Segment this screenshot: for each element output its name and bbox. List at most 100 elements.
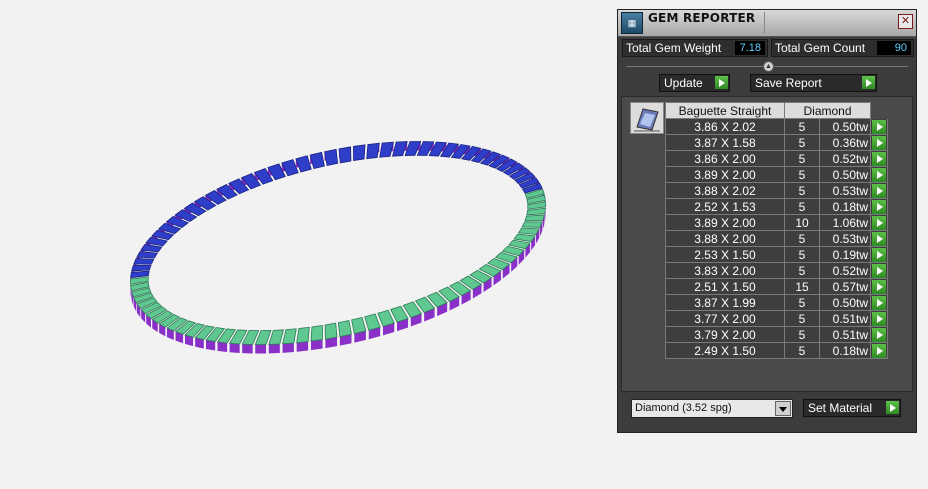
table-header-row: Baguette Straight Diamond xyxy=(666,103,888,119)
gem-weight-cell: 0.53tw xyxy=(820,231,871,247)
gem-size-cell: 3.86 X 2.02 xyxy=(666,119,785,135)
select-row-arrow-icon[interactable] xyxy=(872,168,886,182)
select-row-arrow-icon[interactable] xyxy=(872,296,886,310)
3d-viewport[interactable] xyxy=(0,0,612,484)
baguette-stone xyxy=(522,222,542,228)
select-row-arrow-icon[interactable] xyxy=(872,200,886,214)
baguette-stone xyxy=(353,145,365,161)
gem-count-cell: 5 xyxy=(785,151,820,167)
gem-reporter-panel: ▦ GEM REPORTER ✕ Total Gem Weight 7.18 T… xyxy=(617,9,917,433)
bracelet-setting xyxy=(242,344,252,353)
set-material-button-label: Set Material xyxy=(808,401,872,415)
gem-size-cell: 2.51 X 1.50 xyxy=(666,279,785,295)
play-arrow-icon xyxy=(886,401,899,414)
row-action-cell xyxy=(871,311,888,327)
gem-size-cell: 3.87 X 1.99 xyxy=(666,295,785,311)
select-row-arrow-icon[interactable] xyxy=(872,152,886,166)
row-action-cell xyxy=(871,135,888,151)
bracelet-setting xyxy=(283,343,294,353)
table-row: 2.52 X 1.5350.18tw xyxy=(666,199,888,215)
select-row-arrow-icon[interactable] xyxy=(872,248,886,262)
gem-count-cell: 5 xyxy=(785,119,820,135)
gem-weight-cell: 0.50tw xyxy=(820,119,871,135)
total-gem-count: Total Gem Count 90 xyxy=(771,39,914,57)
select-row-arrow-icon[interactable] xyxy=(872,136,886,150)
baguette-stone xyxy=(393,142,408,157)
header-spacer xyxy=(871,103,888,119)
bracelet-model[interactable] xyxy=(0,0,612,484)
total-gem-weight-label: Total Gem Weight xyxy=(626,41,721,55)
gem-list-area: Baguette Straight Diamond 3.86 X 2.0250.… xyxy=(621,96,913,392)
gem-count-cell: 5 xyxy=(785,135,820,151)
chevron-down-icon[interactable] xyxy=(775,401,791,416)
gem-report-icon: ▦ xyxy=(621,12,643,34)
gem-size-cell: 3.89 X 2.00 xyxy=(666,215,785,231)
gem-weight-cell: 0.18tw xyxy=(820,199,871,215)
gem-count-cell: 10 xyxy=(785,215,820,231)
baguette-stone xyxy=(352,317,366,333)
gem-size-cell: 2.52 X 1.53 xyxy=(666,199,785,215)
gem-size-cell: 3.79 X 2.00 xyxy=(666,327,785,343)
gem-weight-cell: 0.36tw xyxy=(820,135,871,151)
row-action-cell xyxy=(871,119,888,135)
select-row-arrow-icon[interactable] xyxy=(872,312,886,326)
table-row: 3.87 X 1.5850.36tw xyxy=(666,135,888,151)
select-row-arrow-icon[interactable] xyxy=(872,184,886,198)
table-row: 3.86 X 2.0050.52tw xyxy=(666,151,888,167)
row-action-cell xyxy=(871,263,888,279)
material-dropdown-value: Diamond (3.52 spg) xyxy=(635,402,732,414)
set-material-button[interactable]: Set Material xyxy=(803,399,901,417)
total-gem-weight: Total Gem Weight 7.18 xyxy=(622,39,768,57)
table-row: 3.88 X 2.0250.53tw xyxy=(666,183,888,199)
gem-size-cell: 2.53 X 1.50 xyxy=(666,247,785,263)
baguette-stone xyxy=(134,259,154,265)
bracelet-setting xyxy=(230,343,240,353)
shape-header: Baguette Straight xyxy=(666,103,785,119)
material-dropdown[interactable]: Diamond (3.52 spg) xyxy=(631,399,793,418)
collapse-toggle-icon[interactable]: ▲ xyxy=(763,61,774,72)
select-row-arrow-icon[interactable] xyxy=(872,280,886,294)
gem-weight-cell: 0.57tw xyxy=(820,279,871,295)
table-row: 2.49 X 1.5050.18tw xyxy=(666,343,888,359)
row-action-cell xyxy=(871,247,888,263)
baguette-stone xyxy=(296,156,311,172)
table-row: 3.83 X 2.0050.52tw xyxy=(666,263,888,279)
select-row-arrow-icon[interactable] xyxy=(872,232,886,246)
select-row-arrow-icon[interactable] xyxy=(872,264,886,278)
baguette-stone xyxy=(269,330,284,345)
baguette-stone xyxy=(525,215,544,221)
gem-count-cell: 15 xyxy=(785,279,820,295)
row-action-cell xyxy=(871,215,888,231)
gem-size-cell: 3.77 X 2.00 xyxy=(666,311,785,327)
material-header: Diamond xyxy=(785,103,871,119)
close-icon[interactable]: ✕ xyxy=(898,14,913,29)
gem-count-cell: 5 xyxy=(785,311,820,327)
baguette-stone xyxy=(365,314,380,330)
table-row: 3.89 X 2.00101.06tw xyxy=(666,215,888,231)
select-row-arrow-icon[interactable] xyxy=(872,216,886,230)
select-row-arrow-icon[interactable] xyxy=(872,328,886,342)
panel-titlebar[interactable]: ▦ GEM REPORTER ✕ xyxy=(618,10,916,37)
gem-count-cell: 5 xyxy=(785,295,820,311)
baguette-stone xyxy=(132,265,151,271)
gem-count-cell: 5 xyxy=(785,327,820,343)
gem-count-cell: 5 xyxy=(785,247,820,263)
play-arrow-icon xyxy=(862,76,875,89)
bracelet-setting xyxy=(297,342,308,352)
gem-size-cell: 2.49 X 1.50 xyxy=(666,343,785,359)
gem-size-cell: 3.88 X 2.00 xyxy=(666,231,785,247)
select-row-arrow-icon[interactable] xyxy=(872,344,886,358)
table-row: 3.87 X 1.9950.50tw xyxy=(666,295,888,311)
bracelet-setting xyxy=(255,344,266,353)
table-row: 3.86 X 2.0250.50tw xyxy=(666,119,888,135)
gem-count-cell: 5 xyxy=(785,263,820,279)
save-report-button[interactable]: Save Report xyxy=(750,74,877,92)
gem-count-cell: 5 xyxy=(785,199,820,215)
gem-weight-cell: 0.51tw xyxy=(820,327,871,343)
baguette-stone xyxy=(339,147,351,163)
baguette-stone xyxy=(325,149,338,165)
select-row-arrow-icon[interactable] xyxy=(872,120,886,134)
gem-weight-cell: 0.19tw xyxy=(820,247,871,263)
update-button[interactable]: Update xyxy=(659,74,730,92)
total-gem-count-value: 90 xyxy=(877,41,911,55)
